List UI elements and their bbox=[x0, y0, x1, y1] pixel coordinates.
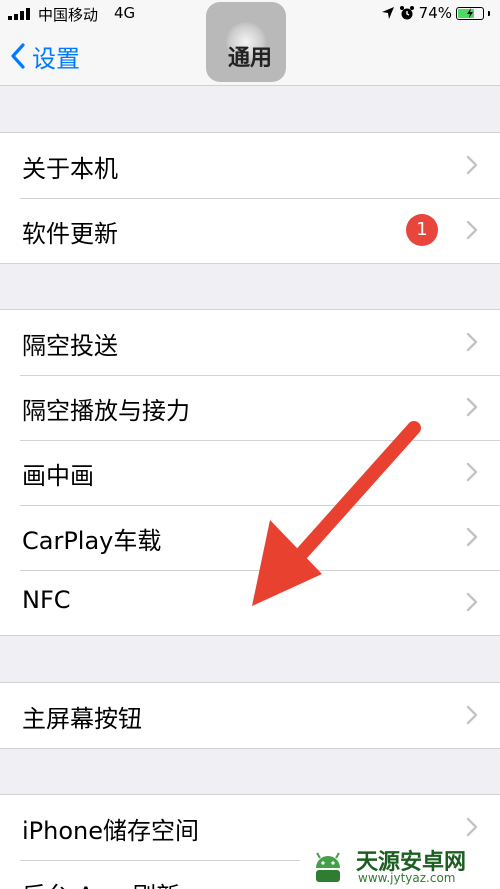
chevron-right-icon bbox=[466, 705, 478, 725]
chevron-right-icon bbox=[466, 155, 478, 175]
row-label: 画中画 bbox=[22, 462, 94, 490]
charging-bolt-icon bbox=[467, 8, 473, 18]
row-nfc[interactable]: NFC bbox=[0, 570, 500, 635]
location-arrow-icon bbox=[381, 7, 394, 19]
chevron-right-icon bbox=[466, 592, 478, 612]
row-label: 主屏幕按钮 bbox=[22, 705, 142, 733]
row-software-update[interactable]: 软件更新 1 bbox=[0, 198, 500, 263]
row-label: NFC bbox=[22, 586, 71, 614]
battery-cap bbox=[488, 10, 490, 16]
chevron-right-icon bbox=[466, 527, 478, 547]
page-title: 通用 bbox=[227, 46, 272, 71]
row-airdrop[interactable]: 隔空投送 bbox=[0, 310, 500, 375]
row-label: 后台 App 刷新 bbox=[22, 876, 180, 889]
chevron-right-icon bbox=[466, 332, 478, 352]
chevron-right-icon bbox=[466, 817, 478, 837]
row-label: iPhone储存空间 bbox=[22, 817, 200, 845]
chevron-right-icon bbox=[466, 220, 478, 240]
battery-percent: 74% bbox=[418, 4, 452, 22]
settings-group-connectivity: 隔空投送 隔空播放与接力 画中画 CarPlay车载 NFC bbox=[0, 309, 500, 636]
settings-group-about: 关于本机 软件更新 1 bbox=[0, 132, 500, 264]
chevron-right-icon bbox=[466, 397, 478, 417]
row-label: 关于本机 bbox=[22, 155, 118, 183]
row-label: 软件更新 bbox=[22, 220, 118, 248]
row-carplay[interactable]: CarPlay车载 bbox=[0, 505, 500, 570]
status-right-group: 74% bbox=[381, 4, 490, 22]
chevron-right-icon bbox=[466, 462, 478, 482]
row-picture-in-picture[interactable]: 画中画 bbox=[0, 440, 500, 505]
settings-group-home-button: 主屏幕按钮 bbox=[0, 682, 500, 749]
row-label: 隔空播放与接力 bbox=[22, 397, 190, 425]
row-airplay-handoff[interactable]: 隔空播放与接力 bbox=[0, 375, 500, 440]
watermark: 天源安卓网 www.jytyaz.com bbox=[300, 842, 500, 889]
battery-icon bbox=[456, 6, 484, 20]
row-home-button[interactable]: 主屏幕按钮 bbox=[0, 683, 500, 748]
row-about[interactable]: 关于本机 bbox=[0, 133, 500, 198]
row-label: CarPlay车载 bbox=[22, 527, 162, 555]
nav-bar: 设置 通用 bbox=[0, 2, 500, 86]
watermark-url: www.jytyaz.com bbox=[358, 871, 456, 885]
update-count-badge: 1 bbox=[406, 214, 438, 246]
alarm-clock-icon bbox=[399, 6, 414, 20]
android-logo-icon bbox=[316, 852, 340, 882]
row-label: 隔空投送 bbox=[22, 332, 118, 360]
